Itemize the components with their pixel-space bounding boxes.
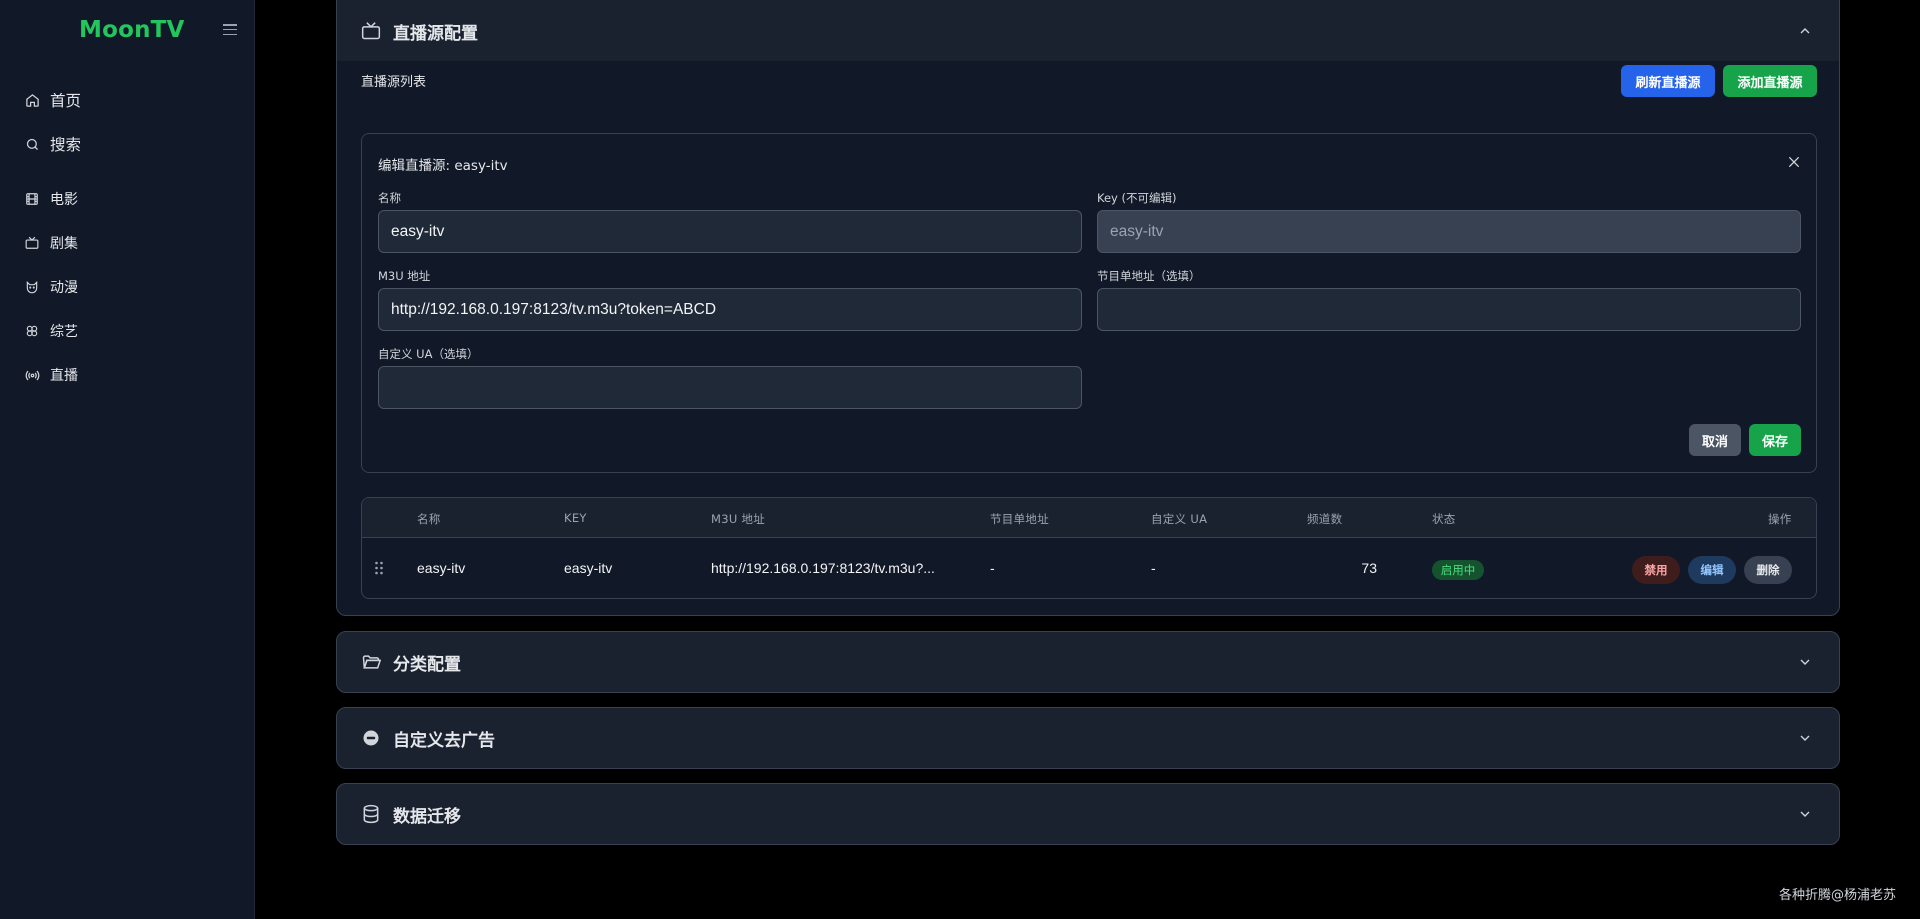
sidebar-item-label: 首页 — [50, 92, 82, 110]
sidebar-item-label: 剧集 — [50, 236, 78, 252]
epg-label: 节目单地址（选填） — [1097, 269, 1201, 283]
panel-title: 分类配置 — [393, 654, 461, 675]
m3u-url-field[interactable]: http://192.168.0.197:8123/tv.m3u?token=A… — [378, 288, 1082, 331]
drag-handle-icon[interactable] — [374, 560, 384, 576]
sidebar-item-movies[interactable]: 电影 — [24, 184, 78, 214]
chevron-down-icon[interactable] — [1797, 654, 1813, 670]
panel-title: 自定义去广告 — [393, 730, 495, 751]
cell-name: easy-itv — [417, 560, 466, 576]
table-header: 名称 KEY M3U 地址 节目单地址 自定义 UA 频道数 状态 操作 — [362, 498, 1816, 538]
cat-icon — [24, 279, 40, 295]
sidebar-item-label: 直播 — [50, 368, 78, 384]
col-channels: 频道数 — [1307, 512, 1343, 526]
sidebar-item-anime[interactable]: 动漫 — [24, 272, 78, 302]
chevron-up-icon[interactable] — [1797, 23, 1813, 39]
sidebar-item-label: 搜索 — [50, 136, 82, 154]
custom-adblock-panel[interactable]: 自定义去广告 — [336, 707, 1840, 769]
radio-icon — [24, 367, 40, 383]
disable-button[interactable]: 禁用 — [1632, 556, 1680, 584]
name-field[interactable]: easy-itv — [378, 210, 1082, 253]
cell-channels: 73 — [1361, 560, 1377, 576]
edit-button[interactable]: 编辑 — [1688, 556, 1736, 584]
sidebar-item-home[interactable]: 首页 — [24, 85, 81, 115]
sidebar-item-series[interactable]: 剧集 — [24, 228, 78, 258]
edit-form-title: 编辑直播源: easy-itv — [378, 158, 508, 174]
footer-watermark: 各种折腾@杨浦老苏 — [1778, 888, 1896, 903]
category-config-panel[interactable]: 分类配置 — [336, 631, 1840, 693]
cell-key: easy-itv — [564, 560, 613, 576]
save-button[interactable]: 保存 — [1749, 424, 1801, 456]
refresh-button[interactable]: 刷新直播源 — [1621, 65, 1715, 97]
menu-toggle-icon[interactable] — [223, 24, 237, 38]
col-name: 名称 — [417, 512, 441, 526]
sidebar: MoonTV 首页 搜索 电影 剧集 动漫 综艺 直播 — [0, 0, 255, 919]
col-ua: 自定义 UA — [1151, 512, 1208, 526]
data-migration-panel[interactable]: 数据迁移 — [336, 783, 1840, 845]
cancel-button[interactable]: 取消 — [1689, 424, 1741, 456]
sidebar-item-variety[interactable]: 综艺 — [24, 316, 78, 346]
col-status: 状态 — [1432, 512, 1456, 526]
sidebar-item-label: 综艺 — [50, 324, 78, 340]
search-icon — [24, 136, 40, 152]
database-icon — [361, 804, 381, 824]
folder-open-icon — [361, 652, 381, 672]
live-source-panel: 直播源配置 直播源列表 刷新直播源 添加直播源 编辑直播源: easy-itv … — [336, 0, 1840, 616]
col-key: KEY — [564, 511, 587, 525]
sidebar-header: MoonTV — [0, 14, 255, 50]
add-source-button[interactable]: 添加直播源 — [1723, 65, 1817, 97]
panel-title: 数据迁移 — [393, 806, 461, 827]
chevron-down-icon[interactable] — [1797, 730, 1813, 746]
category-config-header[interactable]: 分类配置 — [337, 632, 1839, 692]
home-icon — [24, 92, 40, 108]
delete-button[interactable]: 删除 — [1744, 556, 1792, 584]
cell-m3u: http://192.168.0.197:8123/tv.m3u?... — [711, 560, 935, 576]
col-actions: 操作 — [1768, 512, 1792, 526]
key-label: Key (不可编辑) — [1097, 191, 1177, 205]
clover-icon — [24, 323, 40, 339]
edit-form: 编辑直播源: easy-itv 名称 easy-itv Key (不可编辑) e… — [361, 133, 1817, 473]
key-field: easy-itv — [1097, 210, 1801, 253]
col-epg: 节目单地址 — [990, 512, 1049, 526]
film-icon — [24, 191, 40, 207]
ua-label: 自定义 UA（选填） — [378, 347, 479, 361]
m3u-label: M3U 地址 — [378, 269, 431, 283]
tv-icon — [24, 235, 40, 251]
tv-icon — [361, 21, 381, 41]
epg-url-field[interactable] — [1097, 288, 1801, 331]
col-m3u: M3U 地址 — [711, 512, 766, 526]
sidebar-item-label: 电影 — [50, 192, 78, 208]
sidebar-item-label: 动漫 — [50, 280, 78, 296]
status-badge: 启用中 — [1432, 560, 1484, 580]
name-label: 名称 — [378, 191, 401, 205]
sidebar-item-live[interactable]: 直播 — [24, 360, 78, 390]
sources-table: 名称 KEY M3U 地址 节目单地址 自定义 UA 频道数 状态 操作 eas… — [361, 497, 1817, 599]
data-migration-header[interactable]: 数据迁移 — [337, 784, 1839, 844]
live-source-panel-header[interactable]: 直播源配置 — [337, 0, 1839, 61]
list-title: 直播源列表 — [361, 75, 427, 90]
close-icon[interactable] — [1786, 154, 1802, 170]
chevron-down-icon[interactable] — [1797, 806, 1813, 822]
panel-title: 直播源配置 — [393, 23, 478, 44]
minus-circle-icon — [361, 728, 381, 748]
custom-adblock-header[interactable]: 自定义去广告 — [337, 708, 1839, 768]
cell-ua: - — [1151, 560, 1156, 576]
sidebar-item-search[interactable]: 搜索 — [24, 129, 81, 159]
ua-field[interactable] — [378, 366, 1082, 409]
app-logo[interactable]: MoonTV — [79, 17, 185, 43]
cell-epg: - — [990, 560, 995, 576]
